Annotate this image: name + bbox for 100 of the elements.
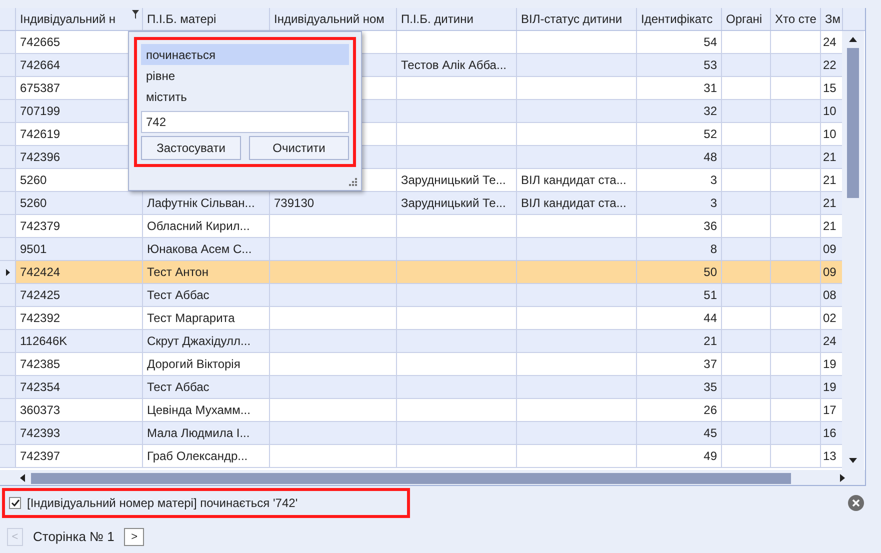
table-cell-text: 19 (823, 356, 836, 373)
table-cell-text: Тест Аббас (147, 287, 210, 304)
table-cell-text: 112646K (20, 333, 68, 350)
column-header[interactable]: Органі (722, 8, 771, 30)
resize-grip-icon[interactable] (349, 178, 357, 186)
table-cell-text: 739130 (274, 195, 314, 212)
table-cell-text: 49 (704, 448, 717, 465)
table-cell-text: Зарудницький Те... (401, 195, 506, 212)
column-header[interactable]: Хто сте (771, 8, 821, 30)
table-cell-text: 742385 (20, 356, 60, 373)
table-cell-text: Дорогий Вікторія (147, 356, 240, 373)
table-cell-text: 742393 (20, 425, 60, 442)
table-cell-text: 742397 (20, 448, 60, 465)
table-cell-text: 21 (823, 218, 836, 235)
table-cell-text: 3 (710, 172, 717, 189)
table-cell-text: 50 (704, 264, 717, 281)
table-row[interactable]: 5260 Лафутнік Сільван... 739130 Зарудницький Те... ВІЛ кандидат ста... 3 21 (0, 192, 842, 215)
table-cell-text: 44 (704, 310, 717, 327)
column-header[interactable]: Індивідуальний ном (270, 8, 397, 30)
table-cell-text: 742665 (20, 34, 60, 51)
table-row[interactable]: 742354 Тест Аббас 35 19 (0, 376, 842, 399)
table-cell-text: 742379 (20, 218, 60, 235)
vertical-scrollbar[interactable] (842, 31, 864, 471)
apply-button[interactable]: Застосувати (141, 136, 241, 160)
table-cell-text: ВІЛ кандидат ста... (521, 195, 626, 212)
table-cell-text: 19 (823, 379, 836, 396)
table-row[interactable]: 742385 Дорогий Вікторія 37 19 (0, 353, 842, 376)
table-row[interactable]: 742397 Граб Олександр... 49 13 (0, 445, 842, 468)
table-cell-text: 37 (704, 356, 717, 373)
table-cell-text: 360373 (20, 402, 60, 419)
column-header[interactable]: Індивідуальний н (16, 8, 143, 30)
close-icon[interactable] (848, 495, 864, 511)
scrollbar-thumb[interactable] (847, 48, 859, 198)
scroll-left-icon[interactable] (20, 474, 25, 482)
check-icon (10, 499, 20, 507)
table-cell-text: 742392 (20, 310, 60, 327)
filter-operator[interactable]: починається (141, 44, 349, 65)
table-cell-text: 02 (823, 310, 836, 327)
table-cell-text: 52 (704, 126, 717, 143)
current-row-icon (6, 268, 10, 276)
filter-expression: [Індивідуальний номер матері] починається '742' (27, 495, 298, 512)
table-cell-text: 16 (823, 425, 836, 442)
table-cell-text: 21 (823, 172, 836, 189)
column-header[interactable]: П.І.Б. дитини (397, 8, 517, 30)
table-cell-text: Юнакова Асем С... (147, 241, 252, 258)
column-header[interactable]: Зм (821, 8, 843, 30)
table-cell-text: Лафутнік Сільван... (147, 195, 255, 212)
table-cell-text: 9501 (20, 241, 47, 258)
scroll-right-icon[interactable] (840, 474, 845, 482)
table-cell-text: 707199 (20, 103, 60, 120)
table-row[interactable]: 9501 Юнакова Асем С... 8 09 (0, 238, 842, 261)
table-cell-text: 675387 (20, 80, 60, 97)
table-row[interactable]: 742425 Тест Аббас 51 08 (0, 284, 842, 307)
table-cell-text: 5260 (20, 195, 47, 212)
table-cell-text: 742354 (20, 379, 60, 396)
table-cell-text: Зарудницький Те... (401, 172, 506, 189)
table-cell-text: 08 (823, 287, 836, 304)
table-cell-text: 32 (704, 103, 717, 120)
table-cell-text: Тест Маргарита (147, 310, 235, 327)
table-row[interactable]: 112646K Скрут Джахідулл... 21 24 (0, 330, 842, 353)
table-cell-text: Цевінда Мухамм... (147, 402, 250, 419)
table-row[interactable]: 742392 Тест Маргарита 44 02 (0, 307, 842, 330)
scrollbar-thumb[interactable] (31, 472, 791, 484)
table-row[interactable]: 742424 Тест Антон 50 09 (0, 261, 842, 284)
table-cell-text: 26 (704, 402, 717, 419)
next-page-button[interactable]: > (124, 528, 144, 546)
horizontal-scrollbar[interactable] (0, 470, 865, 485)
table-cell-text: 742664 (20, 57, 60, 74)
table-cell-text: 48 (704, 149, 717, 166)
table-cell-text: 13 (823, 448, 836, 465)
filter-value-field[interactable]: 742 (141, 111, 349, 133)
table-cell-text: 15 (823, 80, 836, 97)
table-cell-text: 21 (704, 333, 717, 350)
column-header[interactable]: Ідентифікатс (637, 8, 722, 30)
table-cell-text: 8 (710, 241, 717, 258)
table-cell-text: Мала Людмила І... (147, 425, 250, 442)
table-cell-text: 5260 (20, 172, 47, 189)
table-cell-text: 24 (823, 333, 836, 350)
table-cell-text: 36 (704, 218, 717, 235)
table-row[interactable]: 742379 Обласний Кирил... 36 21 (0, 215, 842, 238)
table-cell-text: 53 (704, 57, 717, 74)
scroll-down-icon[interactable] (849, 458, 857, 463)
table-cell-text: 742619 (20, 126, 60, 143)
filter-checkbox[interactable] (9, 497, 21, 509)
table-cell-text: 742424 (20, 264, 60, 281)
table-row[interactable]: 360373 Цевінда Мухамм... 26 17 (0, 399, 842, 422)
table-cell-text: 10 (823, 126, 836, 143)
table-cell-text: Обласний Кирил... (147, 218, 250, 235)
table-cell-text: 54 (704, 34, 717, 51)
table-cell-text: 742396 (20, 149, 60, 166)
table-cell-text: 09 (823, 264, 836, 281)
table-cell-text: 21 (823, 149, 836, 166)
column-header[interactable]: ВІЛ-статус дитини (517, 8, 637, 30)
column-header[interactable]: П.І.Б. матері (143, 8, 270, 30)
clear-button[interactable]: Очистити (249, 136, 349, 160)
table-row[interactable]: 742393 Мала Людмила І... 45 16 (0, 422, 842, 445)
filter-icon[interactable] (132, 10, 139, 19)
scroll-up-icon[interactable] (849, 37, 857, 42)
table-cell-text: 09 (823, 241, 836, 258)
table-cell-text: 24 (823, 34, 836, 51)
